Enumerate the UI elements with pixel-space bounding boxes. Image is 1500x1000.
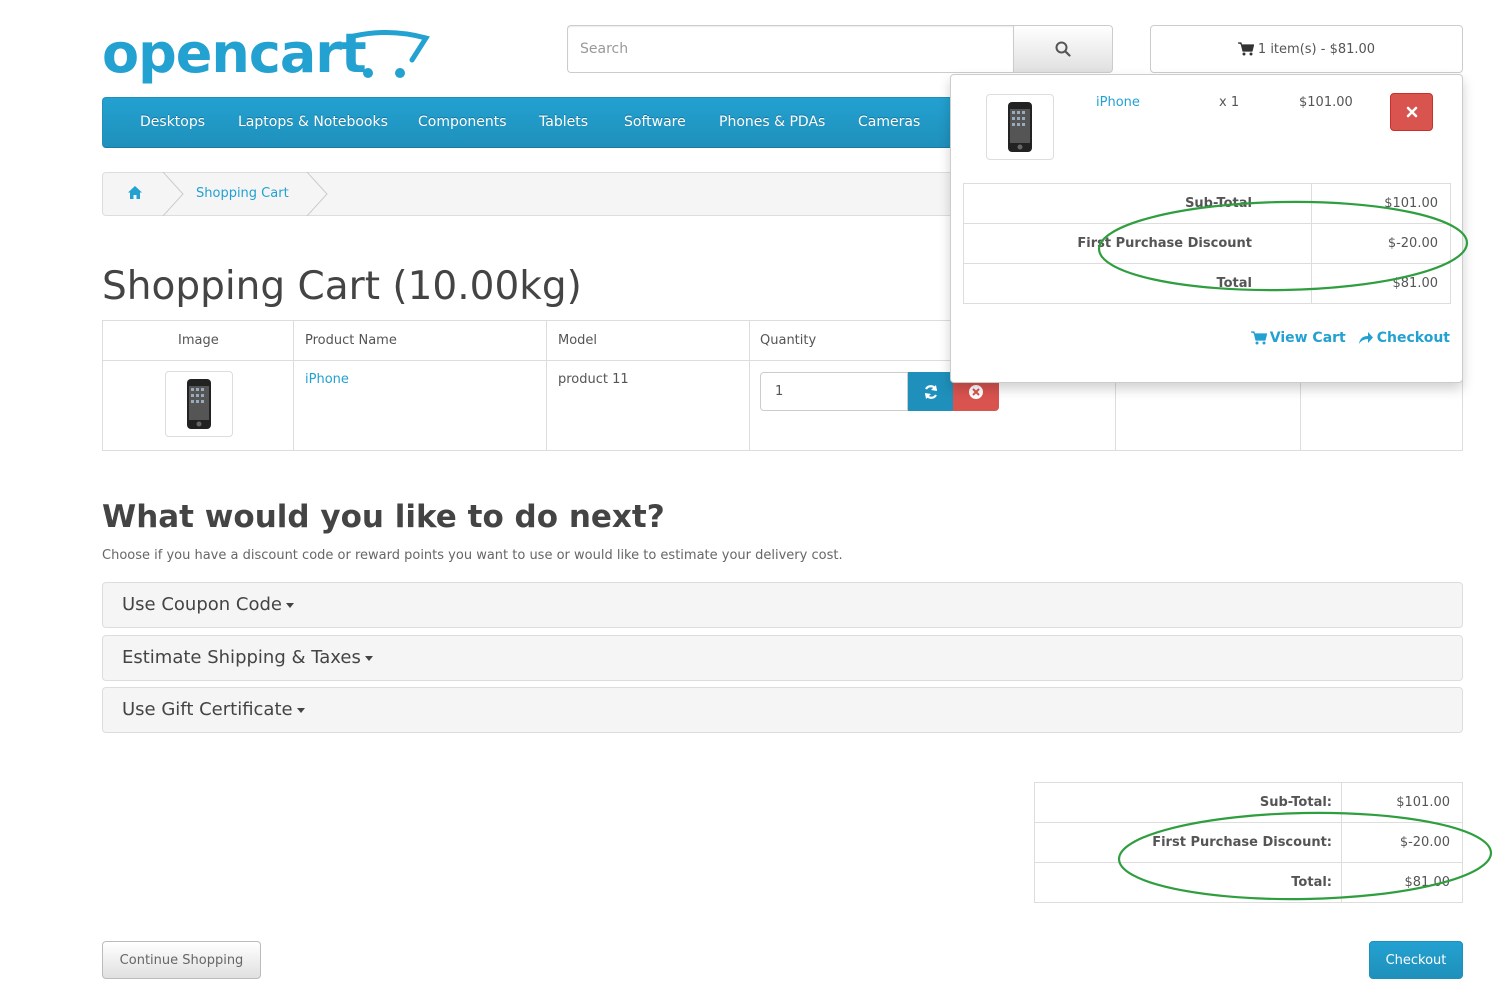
- subtotal-value: $101.00: [1396, 795, 1450, 810]
- totals-row: Sub-Total: $101.00: [1035, 783, 1462, 823]
- search-bar: [567, 25, 1113, 73]
- search-icon: [1055, 41, 1071, 57]
- discount-label: First Purchase Discount:: [1152, 835, 1332, 850]
- dropdown-total-label: Total: [1216, 276, 1252, 291]
- dropdown-subtotal-value: $101.00: [1384, 196, 1438, 211]
- dropdown-checkout-link[interactable]: Checkout: [1358, 330, 1450, 346]
- gift-certificate-panel-label: Use Gift Certificate: [122, 699, 293, 720]
- menu-item-phones[interactable]: Phones & PDAs: [719, 98, 825, 147]
- caret-down-icon: [286, 602, 294, 608]
- menu-item-cameras[interactable]: Cameras: [858, 98, 920, 147]
- menu-item-software[interactable]: Software: [624, 98, 686, 147]
- subtotal-label: Sub-Total:: [1259, 795, 1332, 810]
- header-image: Image: [178, 333, 219, 348]
- search-input[interactable]: [567, 25, 1013, 73]
- search-button[interactable]: [1013, 25, 1113, 73]
- dropdown-links: View Cart Checkout: [1250, 330, 1450, 346]
- dropdown-totals-row: Total $81.00: [964, 264, 1450, 304]
- share-arrow-icon: [1358, 332, 1373, 344]
- store-logo[interactable]: opencart: [102, 22, 432, 86]
- dropdown-remove-button[interactable]: [1390, 93, 1433, 131]
- dropdown-totals-row: Sub-Total $101.00: [964, 184, 1450, 224]
- header-model: Model: [558, 333, 598, 348]
- cart-totals-table: Sub-Total: $101.00 First Purchase Discou…: [1034, 782, 1463, 903]
- dropdown-discount-value: $-20.00: [1387, 236, 1438, 251]
- cart-dropdown-button[interactable]: 1 item(s) - $81.00: [1150, 25, 1463, 73]
- update-quantity-button[interactable]: [908, 372, 953, 411]
- coupon-panel-toggle[interactable]: Use Coupon Code: [102, 582, 1463, 628]
- product-name-link[interactable]: iPhone: [305, 372, 349, 387]
- dropdown-product-thumbnail[interactable]: [986, 94, 1054, 160]
- continue-shopping-button[interactable]: Continue Shopping: [102, 941, 261, 979]
- menu-item-components[interactable]: Components: [418, 98, 507, 147]
- shipping-panel-label: Estimate Shipping & Taxes: [122, 647, 361, 668]
- header-quantity: Quantity: [760, 333, 817, 348]
- shopping-cart-icon: [1250, 331, 1267, 345]
- caret-down-icon: [364, 655, 373, 661]
- iphone-image: [1008, 102, 1032, 152]
- shopping-cart-icon: [1237, 42, 1254, 56]
- iphone-image: [187, 379, 211, 429]
- logo-text: opencart: [102, 22, 367, 85]
- view-cart-link[interactable]: View Cart: [1250, 330, 1346, 346]
- coupon-panel-label: Use Coupon Code: [122, 594, 282, 615]
- breadcrumb-shopping-cart[interactable]: Shopping Cart: [196, 173, 289, 215]
- dropdown-checkout-label: Checkout: [1376, 330, 1450, 346]
- next-steps-title: What would you like to do next?: [102, 499, 665, 535]
- totals-row: First Purchase Discount: $-20.00: [1035, 823, 1462, 863]
- caret-down-icon: [296, 707, 305, 713]
- quantity-input[interactable]: [760, 372, 908, 411]
- dropdown-subtotal-label: Sub-Total: [1185, 196, 1252, 211]
- menu-item-tablets[interactable]: Tablets: [539, 98, 588, 147]
- cart-summary-text: 1 item(s) - $81.00: [1257, 41, 1376, 57]
- breadcrumb-separator: [306, 172, 328, 216]
- menu-item-laptops[interactable]: Laptops & Notebooks: [238, 98, 388, 147]
- dropdown-totals-row: First Purchase Discount $-20.00: [964, 224, 1450, 264]
- home-icon[interactable]: [127, 185, 143, 201]
- dropdown-totals-table: Sub-Total $101.00 First Purchase Discoun…: [963, 183, 1451, 304]
- dropdown-total-value: $81.00: [1392, 276, 1439, 291]
- cart-dropdown-menu: iPhone x 1 $101.00 Sub-Total $101.00 Fir…: [950, 74, 1463, 383]
- totals-row: Total: $81.00: [1035, 863, 1462, 903]
- product-thumbnail[interactable]: [165, 371, 233, 437]
- header-product-name: Product Name: [305, 333, 397, 348]
- remove-circle-icon: [969, 384, 983, 399]
- view-cart-label: View Cart: [1269, 330, 1346, 346]
- close-icon: [1406, 106, 1417, 118]
- breadcrumb-separator: [162, 172, 184, 216]
- checkout-button[interactable]: Checkout: [1369, 941, 1463, 979]
- refresh-icon: [924, 384, 937, 399]
- page-title: Shopping Cart (10.00kg): [102, 264, 582, 309]
- discount-value: $-20.00: [1399, 835, 1450, 850]
- dropdown-product-price: $101.00: [1299, 95, 1353, 110]
- product-model: product 11: [558, 372, 629, 387]
- dropdown-discount-label: First Purchase Discount: [1077, 236, 1252, 251]
- dropdown-product-name[interactable]: iPhone: [1096, 95, 1140, 110]
- gift-certificate-panel-toggle[interactable]: Use Gift Certificate: [102, 687, 1463, 733]
- total-label: Total:: [1291, 875, 1332, 890]
- dropdown-product-qty: x 1: [1219, 95, 1240, 110]
- logo-cart-icon: [351, 29, 430, 78]
- total-value: $81.00: [1404, 875, 1451, 890]
- menu-item-desktops[interactable]: Desktops: [140, 98, 205, 147]
- next-steps-description: Choose if you have a discount code or re…: [102, 548, 843, 563]
- shipping-panel-toggle[interactable]: Estimate Shipping & Taxes: [102, 635, 1463, 681]
